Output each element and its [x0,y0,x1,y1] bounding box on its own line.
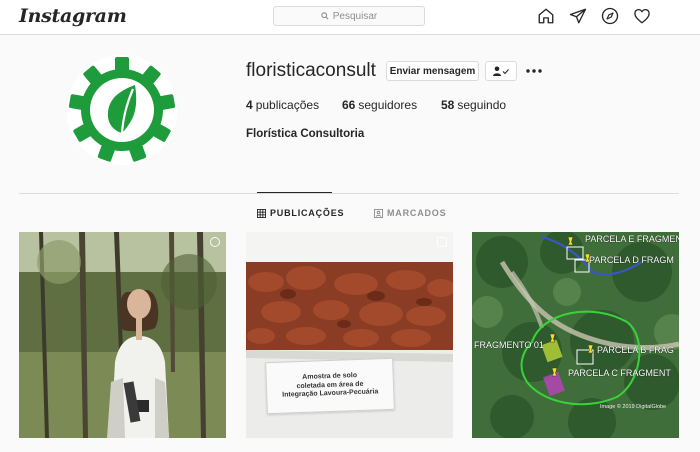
following-button[interactable] [485,61,517,81]
followers-count-label: seguidores [358,98,418,112]
profile-avatar[interactable] [67,55,177,165]
profile-stats: 4 publicações 66 seguidores 58 seguindo [246,98,506,112]
instagram-logo[interactable]: Instagram [19,5,127,27]
tagged-icon [374,208,383,218]
person-check-icon [493,66,509,76]
posts-count: 4 publicações [246,98,342,112]
map-label-parcela-c: PARCELA C FRAGMENT [568,368,671,378]
post-thumbnail-2[interactable]: Amostra de solo coletada em área de Inte… [246,232,453,438]
tab-marcados-label: MARCADOS [387,208,447,218]
following-count-value: 58 [441,98,455,112]
profile-username: floristicaconsult [246,60,376,81]
send-message-button[interactable]: Enviar mensagem [386,61,479,81]
explore-icon[interactable] [601,7,619,25]
map-label-parcela-e: PARCELA E FRAGMENT [585,234,679,244]
activity-icon[interactable] [633,7,651,25]
tabs-divider [19,193,679,194]
search-icon [321,12,329,20]
direct-icon[interactable] [569,7,587,25]
video-icon [210,237,220,247]
post-thumbnail-1[interactable] [19,232,226,438]
home-icon[interactable] [537,7,555,25]
map-label-parcela-b: PARCELA B FRAG [597,345,674,355]
grid-icon [257,208,266,218]
tab-marcados[interactable]: MARCADOS [374,208,446,218]
more-options-icon[interactable] [524,62,544,80]
forest-video-image [19,232,226,438]
followers-count-value: 66 [342,98,356,112]
following-count-label: seguindo [457,98,507,112]
posts-count-label: publicações [255,98,320,112]
map-label-fragmento: FRAGMENTO 01 [474,340,544,350]
top-navigation-bar: Instagram Pesquisar [0,0,700,35]
carousel-icon [437,237,447,247]
map-copyright: Image © 2019 DigitalGlobe [600,404,667,410]
leaf-gear-logo-icon [67,55,177,165]
posts-count-value: 4 [246,98,253,112]
search-placeholder: Pesquisar [332,10,378,22]
search-input[interactable]: Pesquisar [273,6,425,26]
following-count[interactable]: 58 seguindo [441,98,506,112]
post-thumbnail-3[interactable]: PARCELA E FRAGMENT PARCELA D FRAGM FRAGM… [472,232,679,438]
followers-count[interactable]: 66 seguidores [342,98,441,112]
profile-full-name: Florística Consultoria [246,128,365,140]
map-label-parcela-d: PARCELA D FRAGM [589,255,674,265]
tab-publicacoes[interactable]: PUBLICAÇÕES [257,208,344,218]
sample-caption-card: Amostra de solo coletada em área de Inte… [265,357,395,415]
active-tab-indicator [257,192,332,193]
tab-publicacoes-label: PUBLICAÇÕES [270,208,345,218]
